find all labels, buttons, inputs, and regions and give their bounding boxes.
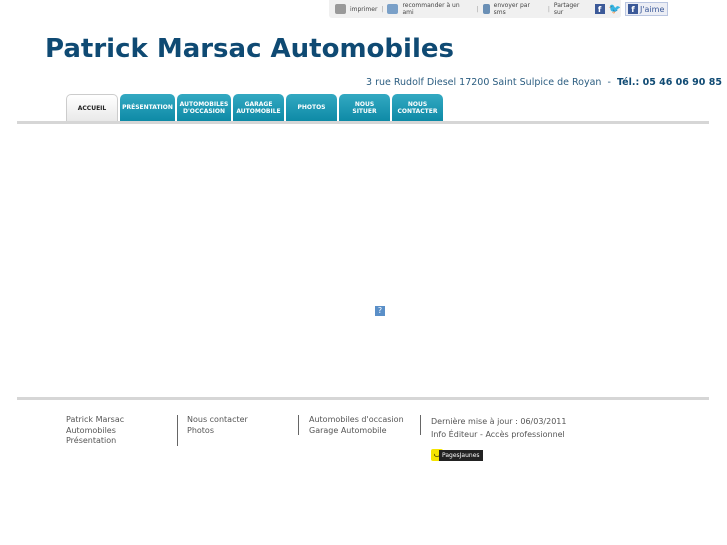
footer-link[interactable]: Garage Automobile (309, 426, 404, 437)
share-label: Partager sur (553, 2, 580, 16)
nav-divider (17, 121, 709, 124)
phone: Tél.: 05 46 06 90 85 (616, 77, 722, 88)
footer-link[interactable]: Nous contacter (187, 415, 248, 426)
footer-separator (177, 415, 178, 446)
footer-divider (17, 397, 709, 400)
footer-link[interactable]: Automobiles d'occasion (309, 415, 404, 426)
tab-photos[interactable]: PHOTOS (286, 94, 337, 121)
tab-automobiles-occasion[interactable]: AUTOMOBILES D'OCCASION (177, 94, 231, 121)
like-label: J'aime (640, 4, 665, 14)
share-toolbar: imprimer | recommander à un ami | envoyer … (329, 0, 621, 18)
footer-separator (298, 415, 299, 435)
phone-icon (482, 4, 490, 14)
twitter-icon[interactable]: 🐦 (609, 4, 621, 15)
address: 3 rue Rudolf Diesel 17200 Saint Sulpice … (366, 77, 602, 88)
footer-link[interactable]: Patrick Marsac (66, 415, 124, 426)
like-button[interactable]: f J'aime (625, 2, 668, 16)
print-link[interactable]: imprimer (350, 6, 377, 13)
main-nav: ACCUEIL PRÉSENTATION AUTOMOBILES D'OCCASI… (66, 94, 443, 122)
pagesjaunes-badge[interactable]: ◡ PagesJaunes (431, 449, 483, 461)
facebook-icon: f (628, 4, 638, 14)
recommend-link[interactable]: recommander à un ami (402, 2, 472, 16)
address-line: 3 rue Rudolf Diesel 17200 Saint Sulpice … (366, 77, 722, 88)
tab-presentation[interactable]: PRÉSENTATION (120, 94, 175, 121)
footer-col-4: Dernière mise à jour : 06/03/2011 Info É… (431, 415, 566, 441)
tab-accueil[interactable]: ACCUEIL (66, 94, 118, 122)
acces-pro-link[interactable]: Accès professionnel (485, 430, 564, 439)
footer-col-1: Patrick Marsac Automobiles Présentation (66, 415, 124, 447)
tab-nous-situer[interactable]: NOUS SITUER (339, 94, 390, 121)
pagesjaunes-label: PagesJaunes (439, 450, 483, 461)
footer-separator (420, 415, 421, 435)
last-updated: Dernière mise à jour : 06/03/2011 (431, 417, 567, 426)
tab-nous-contacter[interactable]: NOUS CONTACTER (392, 94, 443, 121)
missing-plugin-icon: ? (375, 306, 385, 316)
tab-garage[interactable]: GARAGE AUTOMOBILE (233, 94, 284, 121)
printer-icon (335, 4, 346, 14)
footer-col-3: Automobiles d'occasion Garage Automobile (309, 415, 404, 436)
separator-dash: - (480, 430, 483, 439)
footer-link[interactable]: Photos (187, 426, 248, 437)
footer-link[interactable]: Automobiles (66, 426, 124, 437)
footer-link[interactable]: Présentation (66, 436, 124, 447)
sms-link[interactable]: envoyer par sms (494, 2, 544, 16)
info-editeur-link[interactable]: Info Éditeur (431, 430, 477, 439)
site-title: Patrick Marsac Automobiles (45, 34, 454, 64)
footer-col-2: Nous contacter Photos (187, 415, 248, 436)
facebook-icon[interactable]: f (594, 4, 605, 14)
recommend-icon (387, 4, 399, 14)
